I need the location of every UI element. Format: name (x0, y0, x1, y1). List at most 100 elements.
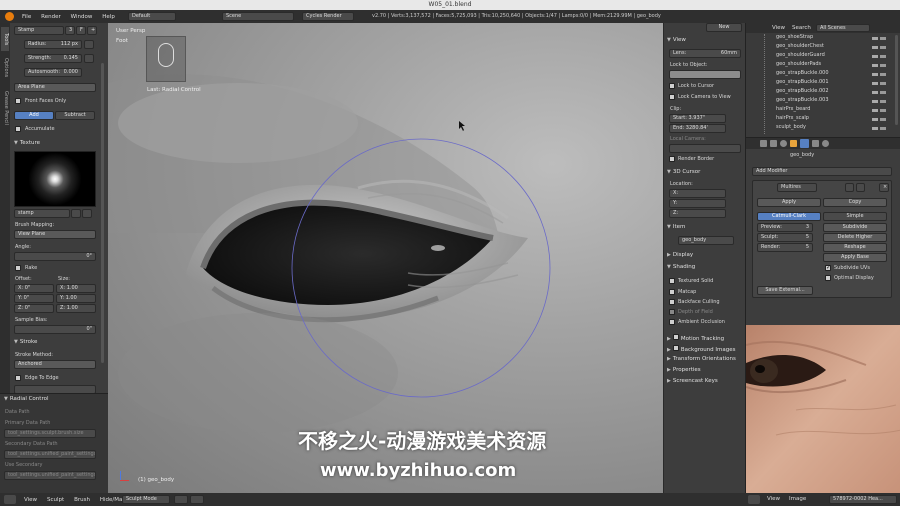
ambient-occlusion-checkbox[interactable] (669, 319, 675, 325)
menu-view[interactable]: View (20, 497, 41, 503)
tab-tools[interactable]: Tools (1, 27, 9, 51)
render-engine-select[interactable]: Cycles Render (302, 12, 354, 21)
size-y-field[interactable]: Y: 1.00 (56, 294, 96, 303)
subtract-button[interactable]: Subtract (55, 111, 95, 120)
local-camera-field[interactable] (669, 144, 741, 153)
menu-file[interactable]: File (18, 14, 35, 20)
material-tab-icon[interactable] (822, 140, 829, 147)
textured-solid-checkbox[interactable] (669, 278, 675, 284)
brush-mapping-select[interactable]: View Plane (14, 230, 96, 239)
mode-select[interactable]: Sculpt Mode (122, 495, 170, 504)
modifier-render-toggle[interactable] (856, 183, 865, 192)
scene-tab-icon[interactable] (770, 140, 777, 147)
outliner-menu-view[interactable]: View (768, 25, 789, 31)
rake-checkbox[interactable] (15, 265, 21, 271)
add-button[interactable]: Add (14, 111, 54, 120)
lock-object-field[interactable] (669, 70, 741, 79)
modifier-view-toggle[interactable] (845, 183, 854, 192)
offset-y-field[interactable]: Y: 0" (14, 294, 54, 303)
delete-higher-button[interactable]: Delete Higher (823, 233, 887, 242)
layout-select[interactable]: Default (128, 12, 176, 21)
stroke-method-select[interactable]: Anchored (14, 360, 96, 369)
offset-x-field[interactable]: X: 0" (14, 284, 54, 293)
image-menu-image[interactable]: Image (785, 496, 810, 502)
outliner-filter-select[interactable]: All Scenes (816, 24, 870, 32)
blender-logo-icon[interactable] (5, 12, 14, 21)
properties-header[interactable]: ▶ Properties (667, 367, 701, 373)
cursor-y-field[interactable]: Y: (669, 199, 726, 208)
copy-button[interactable]: Copy (823, 198, 887, 207)
subdivide-button[interactable]: Subdivide (823, 223, 887, 232)
optimal-display-checkbox[interactable] (825, 275, 831, 281)
outliner-item[interactable]: geo_shoulderChest (776, 43, 824, 49)
render-border-checkbox[interactable] (669, 156, 675, 162)
menu-window[interactable]: Window (67, 14, 97, 20)
tab-options[interactable]: Options (1, 53, 9, 83)
outliner-item[interactable]: hairPrx_beard (776, 106, 810, 112)
offset-z-field[interactable]: Z: 0" (14, 304, 54, 313)
render-tab-icon[interactable] (760, 140, 767, 147)
outliner-item[interactable]: geo_shoulderGuard (776, 52, 825, 58)
add-modifier-select[interactable]: Add Modifier (752, 167, 892, 176)
lock-to-cursor-checkbox[interactable] (669, 83, 675, 89)
modifier-name-field[interactable]: Multires (777, 183, 817, 192)
brush-texture-icon[interactable] (14, 151, 96, 207)
catmull-clark-button[interactable]: Catmull-Clark (757, 212, 821, 221)
tab-grease-pencil[interactable]: Grease Pencil (1, 85, 9, 131)
apply-button[interactable]: Apply (757, 198, 821, 207)
tool-shelf-scrollbar[interactable] (101, 63, 104, 363)
modifier-close-button[interactable]: × (879, 183, 889, 192)
texture-name-field[interactable]: stamp (14, 209, 70, 218)
pivot-select[interactable] (190, 495, 204, 504)
outliner-item[interactable]: geo_strapBuckle.000 (776, 70, 829, 76)
outliner-item[interactable]: geo_strapBuckle.001 (776, 79, 829, 85)
item-panel-header[interactable]: ▼ Item (667, 224, 685, 230)
texture-browse-button[interactable] (71, 209, 81, 218)
size-z-field[interactable]: Z: 1.00 (56, 304, 96, 313)
editor-type-icon[interactable] (4, 495, 16, 504)
item-name-field[interactable]: geo_body (678, 236, 734, 245)
object-tab-icon[interactable] (790, 140, 797, 147)
radius-field[interactable]: Radius: 112 px (24, 40, 82, 49)
render-levels-field[interactable]: Render: 5 (757, 243, 813, 252)
outliner-item[interactable]: geo_shoeStrap (776, 34, 813, 40)
menu-render[interactable]: Render (37, 14, 65, 20)
world-tab-icon[interactable] (780, 140, 787, 147)
outliner-item[interactable]: geo_shoulderPads (776, 61, 821, 67)
viewport-3d[interactable]: User Persp Foot Last: Radial Control (1)… (108, 23, 663, 493)
brush-users[interactable]: 3 (65, 26, 75, 35)
transform-orientations-header[interactable]: ▶ Transform Orientations (667, 356, 736, 362)
angle-field[interactable]: 0° (14, 252, 96, 261)
new-button[interactable]: New (706, 23, 742, 32)
clip-start-field[interactable]: Start: 3.937" (669, 114, 726, 123)
outliner-menu-search[interactable]: Search (788, 25, 815, 31)
texture-panel-header[interactable]: ▼ Texture (14, 140, 40, 146)
menu-help[interactable]: Help (98, 14, 119, 20)
stroke-panel-header[interactable]: ▼ Stroke (14, 339, 37, 345)
matcap-checkbox[interactable] (669, 289, 675, 295)
clip-end-field[interactable]: End: 3280.84' (669, 124, 726, 133)
reshape-button[interactable]: Reshape (823, 243, 887, 252)
subdivide-uvs-checkbox[interactable] (825, 264, 831, 271)
backface-culling-checkbox[interactable] (669, 299, 675, 305)
front-faces-only-checkbox[interactable] (15, 98, 21, 104)
shading-panel-header[interactable]: ▼ Shading (667, 264, 695, 270)
radial-control-header[interactable]: ▼ Radial Control (4, 396, 48, 402)
brush-name-field[interactable]: Stamp (14, 26, 64, 35)
size-x-field[interactable]: X: 1.00 (56, 284, 96, 293)
image-name-field[interactable]: 578972-0002 Hea... (829, 495, 897, 504)
radius-pressure-button[interactable] (84, 40, 94, 49)
outliner-item[interactable]: geo_strapBuckle.002 (776, 88, 829, 94)
primary-data-path-field[interactable]: tool_settings.sculpt.brush.size (4, 429, 96, 438)
motion-tracking-header[interactable]: ▶ Motion Tracking (667, 334, 724, 342)
brush-fake-user-button[interactable]: F (76, 26, 86, 35)
secondary-data-path-field[interactable]: tool_settings.unified_paint_settings.siz… (4, 450, 96, 459)
sculpt-levels-field[interactable]: Sculpt: 5 (757, 233, 813, 242)
save-external-button[interactable]: Save External... (757, 286, 813, 295)
lens-field[interactable]: Lens: 60mm (669, 49, 741, 58)
outliner-item[interactable]: geo_strapBuckle.003 (776, 97, 829, 103)
display-panel-header[interactable]: ▶ Display (667, 252, 693, 258)
preview-levels-field[interactable]: Preview: 3 (757, 223, 813, 232)
depth-of-field-checkbox[interactable] (669, 309, 675, 315)
menu-brush[interactable]: Brush (70, 497, 94, 503)
